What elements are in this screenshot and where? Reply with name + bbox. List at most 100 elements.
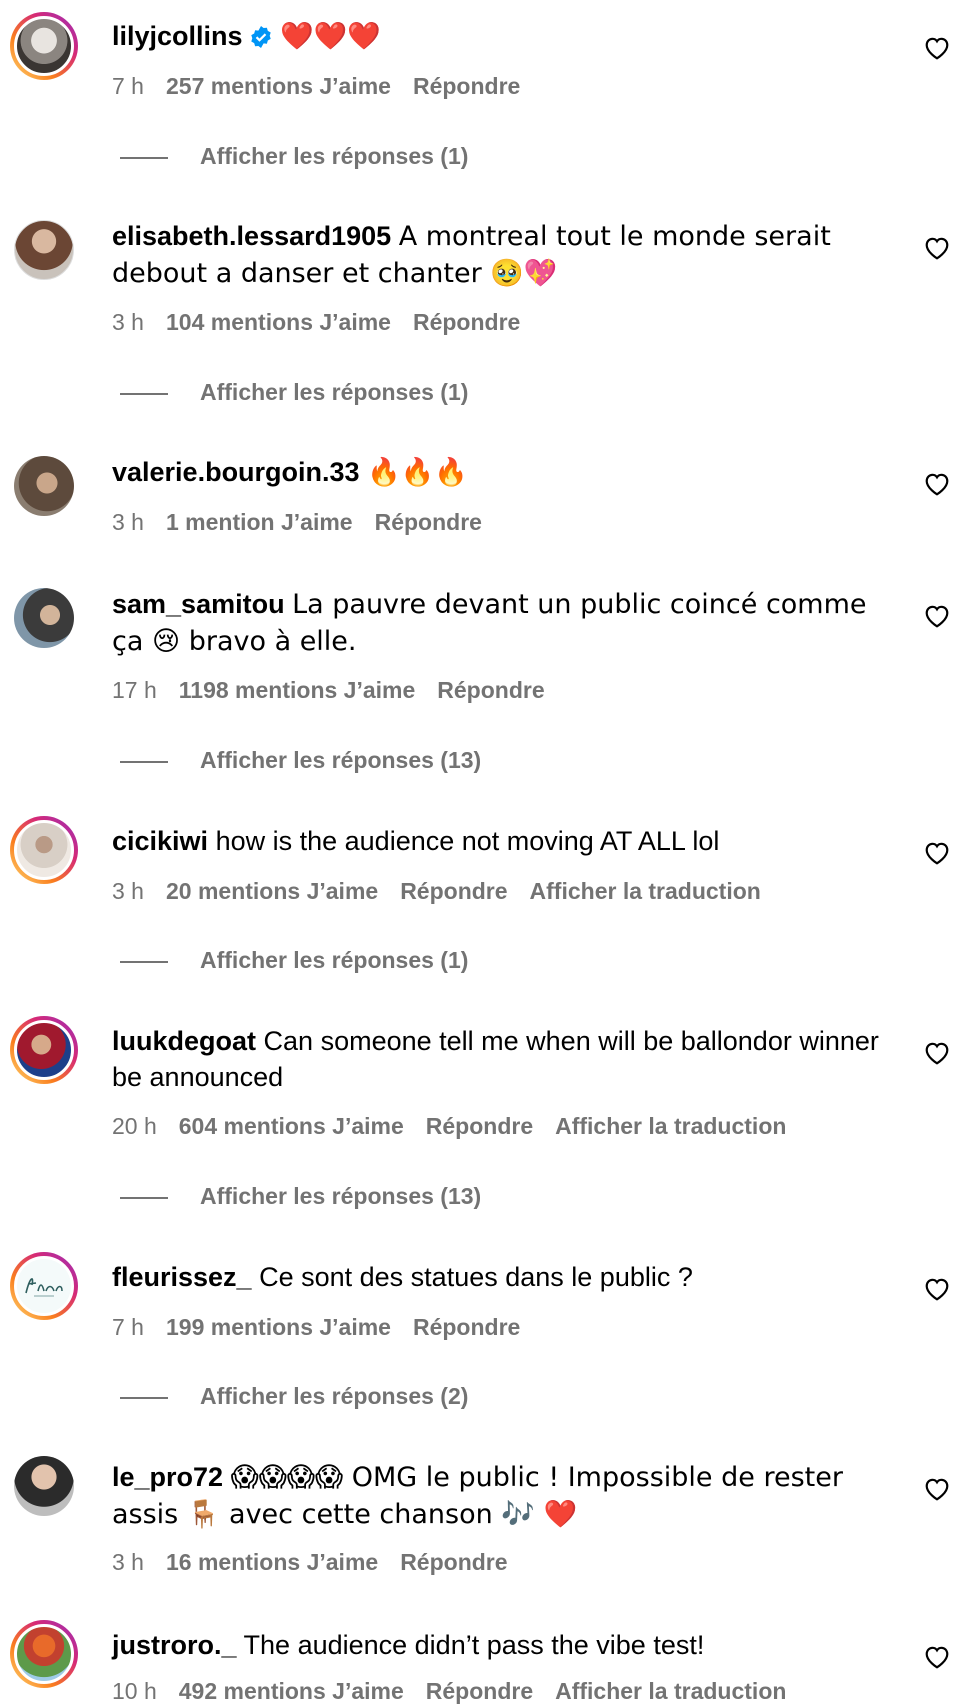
view-replies-button[interactable]: Afficher les réponses (2) bbox=[120, 1381, 468, 1411]
comment-time: 10 h bbox=[112, 1678, 157, 1704]
comment-body: fleurissez_ Ce sont des statues dans le … bbox=[112, 1259, 892, 1295]
comment-text: The audience didn’t pass the vibe test! bbox=[243, 1630, 705, 1660]
translate-button[interactable]: Afficher la traduction bbox=[555, 1113, 786, 1139]
likes-count[interactable]: 199 mentions J’aime bbox=[166, 1314, 391, 1340]
likes-count[interactable]: 16 mentions J’aime bbox=[166, 1549, 378, 1575]
reply-button[interactable]: Répondre bbox=[400, 878, 507, 904]
comment-body: luukdegoat Can someone tell me when will… bbox=[112, 1023, 892, 1095]
comment-body: elisabeth.lessard1905 A montreal tout le… bbox=[112, 218, 892, 292]
likes-count[interactable]: 604 mentions J’aime bbox=[179, 1113, 404, 1139]
likes-count[interactable]: 20 mentions J’aime bbox=[166, 878, 378, 904]
comment-body: valerie.bourgoin.33 🔥🔥🔥 bbox=[112, 454, 892, 491]
comment-time: 20 h bbox=[112, 1113, 157, 1139]
comment-username[interactable]: lilyjcollins bbox=[112, 21, 243, 51]
avatar[interactable] bbox=[10, 12, 78, 80]
view-replies-button[interactable]: Afficher les réponses (1) bbox=[120, 945, 468, 975]
heart-icon[interactable] bbox=[924, 604, 950, 628]
heart-icon[interactable] bbox=[924, 1041, 950, 1065]
reply-button[interactable]: Répondre bbox=[413, 1314, 520, 1340]
reply-button[interactable]: Répondre bbox=[426, 1113, 533, 1139]
comment-time: 3 h bbox=[112, 878, 144, 904]
replies-divider bbox=[120, 392, 168, 395]
replies-divider bbox=[120, 960, 168, 963]
replies-divider bbox=[120, 156, 168, 159]
comment-username[interactable]: luukdegoat bbox=[112, 1026, 256, 1056]
comment-username[interactable]: fleurissez_ bbox=[112, 1262, 252, 1292]
comment-meta: 3 h 104 mentions J’aime Répondre bbox=[112, 307, 542, 337]
avatar[interactable] bbox=[10, 1016, 78, 1084]
comment-time: 17 h bbox=[112, 677, 157, 703]
comment-meta: 3 h 1 mention J’aime Répondre bbox=[112, 507, 504, 537]
view-replies-label: Afficher les réponses (1) bbox=[200, 947, 469, 973]
likes-count[interactable]: 104 mentions J’aime bbox=[166, 309, 391, 335]
reply-button[interactable]: Répondre bbox=[400, 1549, 507, 1575]
comment-text: ❤️❤️❤️ bbox=[280, 21, 381, 52]
comment-meta: 7 h 257 mentions J’aime Répondre bbox=[112, 71, 542, 101]
view-replies-button[interactable]: Afficher les réponses (13) bbox=[120, 745, 481, 775]
comment-time: 3 h bbox=[112, 1549, 144, 1575]
replies-divider bbox=[120, 760, 168, 763]
reply-button[interactable]: Répondre bbox=[426, 1678, 533, 1704]
heart-icon[interactable] bbox=[924, 236, 950, 260]
comment-username[interactable]: cicikiwi bbox=[112, 826, 208, 856]
avatar[interactable] bbox=[10, 816, 78, 884]
comment-time: 3 h bbox=[112, 309, 144, 335]
reply-button[interactable]: Répondre bbox=[413, 309, 520, 335]
comment-body: justroro._ The audience didn’t pass the … bbox=[112, 1627, 892, 1663]
avatar[interactable] bbox=[10, 452, 78, 520]
comment-text: how is the audience not moving AT ALL lo… bbox=[215, 826, 720, 856]
view-replies-button[interactable]: Afficher les réponses (1) bbox=[120, 377, 468, 407]
comment-body: sam_samitou La pauvre devant un public c… bbox=[112, 586, 892, 660]
comment-username[interactable]: elisabeth.lessard1905 bbox=[112, 221, 391, 251]
heart-icon[interactable] bbox=[924, 841, 950, 865]
view-replies-label: Afficher les réponses (13) bbox=[200, 747, 482, 773]
translate-button[interactable]: Afficher la traduction bbox=[555, 1678, 786, 1704]
likes-count[interactable]: 1198 mentions J’aime bbox=[179, 677, 416, 703]
heart-icon[interactable] bbox=[924, 1277, 950, 1301]
comment-time: 7 h bbox=[112, 1314, 144, 1340]
comment-meta: 17 h 1198 mentions J’aime Répondre bbox=[112, 675, 567, 705]
comment-time: 7 h bbox=[112, 73, 144, 99]
likes-count[interactable]: 1 mention J’aime bbox=[166, 509, 353, 535]
comment-username[interactable]: le_pro72 bbox=[112, 1462, 223, 1492]
avatar[interactable] bbox=[10, 584, 78, 652]
comment-username[interactable]: sam_samitou bbox=[112, 589, 285, 619]
translate-button[interactable]: Afficher la traduction bbox=[530, 878, 761, 904]
comment-username[interactable]: valerie.bourgoin.33 bbox=[112, 457, 360, 487]
comment-meta: 3 h 20 mentions J’aime Répondre Afficher la… bbox=[112, 876, 783, 906]
comment-meta: 10 h 492 mentions J’aime Répondre Afficher … bbox=[112, 1676, 808, 1706]
heart-icon[interactable] bbox=[924, 1645, 950, 1669]
replies-divider bbox=[120, 1396, 168, 1399]
likes-count[interactable]: 257 mentions J’aime bbox=[166, 73, 391, 99]
view-replies-label: Afficher les réponses (1) bbox=[200, 143, 469, 169]
comment-time: 3 h bbox=[112, 509, 144, 535]
view-replies-label: Afficher les réponses (13) bbox=[200, 1183, 482, 1209]
heart-icon[interactable] bbox=[924, 36, 950, 60]
comment-body: le_pro72 😱😱😱😱 OMG le public ! Impossible… bbox=[112, 1459, 892, 1533]
comment-body: cicikiwi how is the audience not moving … bbox=[112, 823, 892, 859]
likes-count[interactable]: 492 mentions J’aime bbox=[179, 1678, 404, 1704]
avatar[interactable] bbox=[10, 1452, 78, 1520]
view-replies-button[interactable]: Afficher les réponses (13) bbox=[120, 1181, 481, 1211]
comment-username[interactable]: justroro._ bbox=[112, 1630, 237, 1660]
verified-badge-icon bbox=[250, 26, 271, 48]
avatar[interactable] bbox=[10, 1252, 78, 1320]
reply-button[interactable]: Répondre bbox=[375, 509, 482, 535]
comment-meta: 3 h 16 mentions J’aime Répondre bbox=[112, 1547, 530, 1577]
heart-icon[interactable] bbox=[924, 472, 950, 496]
reply-button[interactable]: Répondre bbox=[413, 73, 520, 99]
comment-text: Ce sont des statues dans le public ? bbox=[259, 1262, 693, 1292]
comment-body: lilyjcollins ❤️❤️❤️ bbox=[112, 18, 892, 55]
comment-meta: 20 h 604 mentions J’aime Répondre Afficher … bbox=[112, 1111, 808, 1141]
replies-divider bbox=[120, 1196, 168, 1199]
avatar[interactable] bbox=[10, 1620, 78, 1688]
comment-text: 🔥🔥🔥 bbox=[367, 457, 468, 488]
view-replies-label: Afficher les réponses (2) bbox=[200, 1383, 469, 1409]
reply-button[interactable]: Répondre bbox=[437, 677, 544, 703]
view-replies-button[interactable]: Afficher les réponses (1) bbox=[120, 141, 468, 171]
avatar[interactable] bbox=[10, 216, 78, 284]
view-replies-label: Afficher les réponses (1) bbox=[200, 379, 469, 405]
comment-meta: 7 h 199 mentions J’aime Répondre bbox=[112, 1312, 542, 1342]
heart-icon[interactable] bbox=[924, 1477, 950, 1501]
brand-logo-icon bbox=[25, 1278, 63, 1297]
